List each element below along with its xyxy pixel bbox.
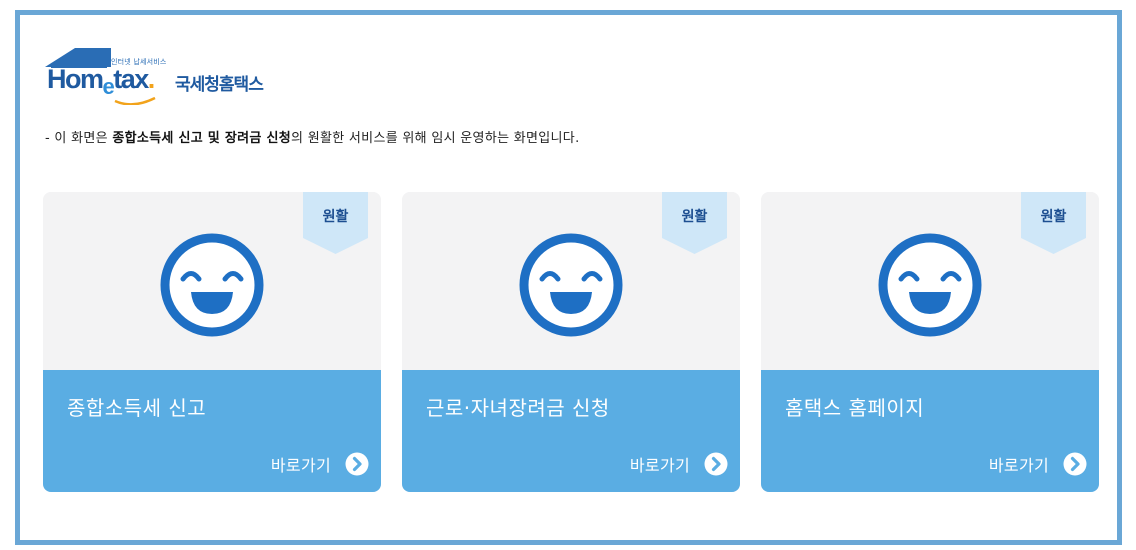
card-top: 원활 bbox=[761, 192, 1099, 370]
card-title: 종합소득세 신고 bbox=[67, 396, 207, 420]
card-title: 홈택스 홈페이지 bbox=[785, 396, 925, 420]
card-title: 근로·자녀장려금 신청 bbox=[426, 396, 610, 420]
hometax-logo[interactable]: 인터넷 납세서비스 Hometax. 국세청홈택스 bbox=[45, 45, 285, 105]
status-badge: 원활 bbox=[1040, 209, 1067, 225]
go-link[interactable]: 바로가기 bbox=[630, 451, 728, 477]
chevron-right-icon bbox=[704, 452, 728, 476]
chevron-right-icon bbox=[345, 452, 369, 476]
chevron-right-icon bbox=[1063, 452, 1087, 476]
logo-wordmark: Hometax. bbox=[47, 64, 155, 99]
notice-text: - 이 화면은 종합소득세 신고 및 장려금 신청의 원활한 서비스를 위해 임… bbox=[45, 131, 580, 146]
card-bottom: 종합소득세 신고 바로가기 bbox=[43, 370, 381, 492]
page-frame: 인터넷 납세서비스 Hometax. 국세청홈택스 - 이 화면은 종합소득세 … bbox=[15, 10, 1122, 545]
go-link-label: 바로가기 bbox=[629, 456, 690, 475]
card-hometax-homepage[interactable]: 원활 홈택스 홈페이지 바로가기 bbox=[761, 192, 1099, 492]
card-top: 원활 bbox=[402, 192, 740, 370]
logo-korean-name: 국세청홈택스 bbox=[175, 75, 264, 95]
smiley-face-icon bbox=[878, 233, 982, 337]
card-bottom: 근로·자녀장려금 신청 바로가기 bbox=[402, 370, 740, 492]
go-link[interactable]: 바로가기 bbox=[989, 451, 1087, 477]
card-top: 원활 bbox=[43, 192, 381, 370]
go-link-label: 바로가기 bbox=[270, 456, 331, 475]
notice-bold: 종합소득세 신고 및 장려금 신청 bbox=[112, 131, 292, 146]
smiley-face-icon bbox=[519, 233, 623, 337]
card-earned-income-credit[interactable]: 원활 근로·자녀장려금 신청 바로가기 bbox=[402, 192, 740, 492]
go-link[interactable]: 바로가기 bbox=[271, 451, 369, 477]
status-badge: 원활 bbox=[322, 209, 349, 225]
card-bottom: 홈택스 홈페이지 바로가기 bbox=[761, 370, 1099, 492]
status-badge: 원활 bbox=[681, 209, 708, 225]
go-link-label: 바로가기 bbox=[988, 456, 1049, 475]
card-income-tax[interactable]: 원활 종합소득세 신고 바로가기 bbox=[43, 192, 381, 492]
smiley-face-icon bbox=[160, 233, 264, 337]
